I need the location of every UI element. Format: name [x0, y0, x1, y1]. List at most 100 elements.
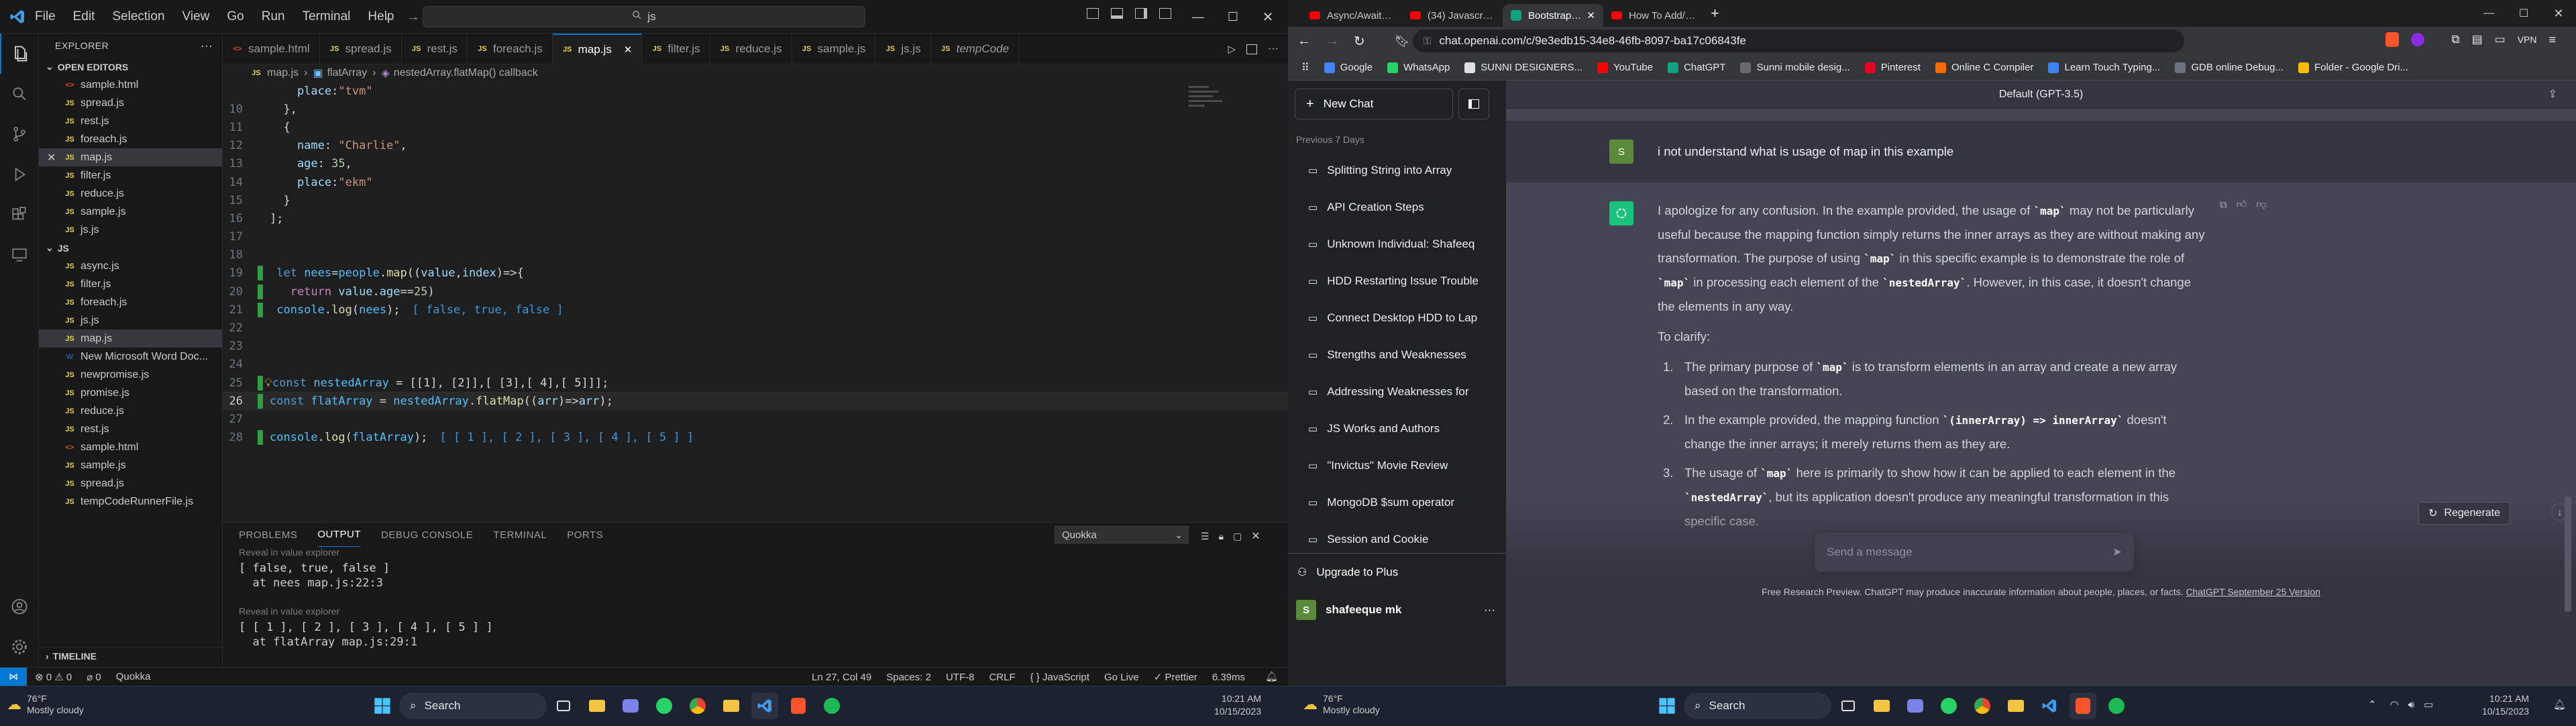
remote-explorer-icon[interactable]: [0, 235, 39, 275]
editor-tab[interactable]: JS sample.js: [792, 33, 876, 64]
bookmark-icon[interactable]: 🔖︎: [1395, 34, 1410, 48]
lightbulb-icon[interactable]: 💡︎: [264, 376, 272, 390]
breadcrumb-symbol[interactable]: flatArray: [327, 67, 368, 79]
file-item[interactable]: JS foreach.js: [39, 293, 222, 311]
chevron-up-icon[interactable]: ⌃: [2368, 698, 2377, 711]
editor-tab[interactable]: JS spread.js: [320, 33, 402, 64]
file-item[interactable]: JS newpromise.js: [39, 366, 222, 384]
regenerate-button[interactable]: ↻ Regenerate: [2418, 502, 2511, 525]
status-right-item[interactable]: UTF-8: [946, 672, 975, 683]
file-explorer-icon[interactable]: [1868, 692, 1895, 719]
hide-sidebar-button[interactable]: [1458, 89, 1489, 119]
menu-run[interactable]: Run: [262, 9, 285, 24]
file-item[interactable]: JS async.js: [39, 257, 222, 275]
split-editor-icon[interactable]: [1246, 44, 1258, 54]
history-item[interactable]: ▭ "Invictus" Movie Review: [1288, 447, 1506, 484]
browser-tab[interactable]: How To Add/Edit Path Environment Va...: [1603, 4, 1704, 27]
layout-secondary-icon[interactable]: [1135, 8, 1147, 19]
editor-tab[interactable]: JS filter.js: [642, 33, 710, 64]
rewards-icon[interactable]: [2411, 33, 2425, 46]
bookmark-item[interactable]: Google: [1324, 62, 1373, 73]
taskbar-search[interactable]: ⌕ Search: [399, 692, 547, 719]
close-icon[interactable]: ✕: [624, 44, 633, 56]
history-item[interactable]: ▭ Unknown Individual: Shafeeq: [1288, 225, 1506, 262]
thumbs-up-icon[interactable]: 👍︎: [2237, 199, 2247, 211]
brave-shield-icon[interactable]: [2385, 32, 2400, 47]
manage-gear-icon[interactable]: [0, 627, 39, 667]
layout-panel-icon[interactable]: [1111, 8, 1123, 19]
more-actions-icon[interactable]: ···: [201, 39, 213, 53]
whatsapp-icon[interactable]: [1935, 692, 1962, 719]
folder-header[interactable]: ⌄ JS: [39, 239, 222, 257]
code-editor[interactable]: place: "tvm" 10 }, 11 {12 name: "Charlie", 1…: [223, 82, 1288, 518]
task-view-icon[interactable]: [550, 692, 577, 719]
forward-icon[interactable]: →: [407, 9, 420, 25]
menu-terminal[interactable]: Terminal: [303, 9, 351, 24]
bookmark-item[interactable]: Pinterest: [1864, 62, 1921, 73]
chrome-icon[interactable]: [684, 692, 711, 719]
panel-tab-output[interactable]: OUTPUT: [317, 523, 362, 547]
close-panel-icon[interactable]: ✕: [1251, 529, 1260, 543]
status-left-item[interactable]: Quokka: [116, 671, 151, 682]
customize-layout-icon[interactable]: [1159, 8, 1171, 19]
open-editors-header[interactable]: ⌄ OPEN EDITORS: [39, 58, 222, 76]
vscode-taskbar-icon[interactable]: [751, 692, 778, 719]
vscode-taskbar-icon[interactable]: [2036, 692, 2063, 719]
more-actions-icon[interactable]: ···: [1268, 43, 1279, 55]
open-editor-item[interactable]: ✕ JS map.js: [39, 148, 222, 166]
status-right-item[interactable]: Spaces: 2: [886, 672, 931, 683]
menu-go[interactable]: Go: [227, 9, 244, 24]
lock-icon[interactable]: 🔒︎: [1219, 531, 1224, 542]
layout-sidebar-icon[interactable]: [1087, 8, 1099, 19]
bookmark-item[interactable]: Learn Touch Typing...: [2048, 62, 2160, 73]
editor-tab[interactable]: JS js.js: [875, 33, 931, 64]
back-icon[interactable]: ←: [382, 9, 396, 25]
clear-output-icon[interactable]: ☰: [1201, 531, 1210, 542]
notification-icon[interactable]: 🔔︎: [2553, 698, 2566, 711]
status-right-item[interactable]: { } JavaScript: [1030, 672, 1089, 683]
address-bar[interactable]: ⚿ chat.openai.com/c/9e3edb15-34e8-46fb-8…: [1413, 30, 2184, 52]
file-item[interactable]: JS filter.js: [39, 275, 222, 293]
history-item[interactable]: ▭ Strengths and Weaknesses: [1288, 336, 1506, 373]
history-item[interactable]: ▭ API Creation Steps: [1288, 189, 1506, 225]
minimap[interactable]: [1189, 82, 1236, 122]
output-line[interactable]: Reveal in value explorer: [223, 547, 1288, 562]
menu-edit[interactable]: Edit: [73, 9, 95, 24]
bookmark-item[interactable]: YouTube: [1597, 62, 1653, 73]
editor-tab[interactable]: JS rest.js: [402, 33, 468, 64]
battery-icon[interactable]: ▭: [2424, 698, 2433, 711]
bookmark-item[interactable]: SUNNI DESIGNERS...: [1464, 62, 1582, 73]
weather-widget-left[interactable]: ☁ 76°F Mostly cloudy: [7, 693, 84, 716]
breadcrumb-callback[interactable]: nestedArray.flatMap() callback: [394, 67, 538, 79]
send-icon[interactable]: ➤: [2112, 546, 2122, 559]
teams-chat-icon[interactable]: [617, 692, 644, 719]
remote-indicator[interactable]: ⋈: [0, 667, 27, 686]
file-explorer-icon[interactable]: [584, 692, 610, 719]
explorer-icon[interactable]: [0, 34, 39, 74]
source-control-icon[interactable]: [0, 114, 39, 154]
history-item[interactable]: ▭ JS Works and Authors: [1288, 410, 1506, 447]
bookmark-item[interactable]: GDB online Debug...: [2175, 62, 2284, 73]
forward-icon[interactable]: →: [1326, 34, 1339, 49]
open-editor-item[interactable]: JS foreach.js: [39, 130, 222, 148]
browser-tab[interactable]: Bootstrap Layout with Columns ✕: [1503, 4, 1603, 27]
status-left-item[interactable]: ⌀ 0: [87, 671, 101, 683]
start-button[interactable]: [369, 692, 396, 719]
search-icon[interactable]: [0, 74, 39, 114]
back-icon[interactable]: ←: [1297, 34, 1311, 49]
open-editor-item[interactable]: JS reduce.js: [39, 185, 222, 203]
teams-chat-icon[interactable]: [1902, 692, 1929, 719]
bookmark-item[interactable]: Online C Compiler: [1935, 62, 2033, 73]
whatsapp-icon[interactable]: [651, 692, 678, 719]
bookmark-item[interactable]: ChatGPT: [1667, 62, 1725, 73]
file-item[interactable]: JS reduce.js: [39, 402, 222, 420]
editor-tab[interactable]: JS tempCode: [931, 33, 1020, 64]
new-chat-button[interactable]: + New Chat: [1295, 89, 1453, 119]
reload-icon[interactable]: ↻: [1354, 33, 1365, 50]
browser-tab[interactable]: (34) Javascript Advance 2023 malayala...: [1402, 4, 1503, 27]
file-item[interactable]: JS rest.js: [39, 420, 222, 438]
folder-icon[interactable]: [2002, 692, 2029, 719]
chrome-icon[interactable]: [1969, 692, 1996, 719]
open-editor-item[interactable]: JS rest.js: [39, 112, 222, 130]
menu-file[interactable]: File: [35, 9, 56, 24]
